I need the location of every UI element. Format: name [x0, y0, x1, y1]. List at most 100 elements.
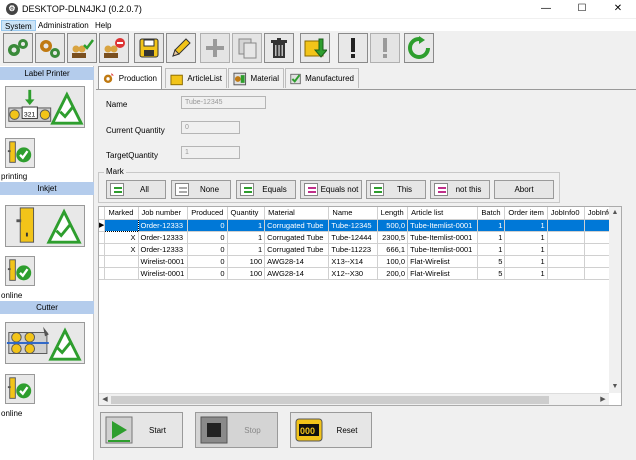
table-cell[interactable]: 1: [227, 243, 266, 256]
table-cell[interactable]: Wirelist-0001: [138, 267, 189, 280]
column-header[interactable]: Material: [264, 207, 330, 220]
scroll-up-icon[interactable]: ▲: [609, 207, 621, 219]
scroll-right-icon[interactable]: ▶: [597, 394, 609, 406]
inkjet-status-button[interactable]: [5, 256, 35, 286]
tab-articlelist[interactable]: ArticleList: [165, 68, 227, 88]
table-cell[interactable]: 100: [227, 267, 266, 280]
table-row[interactable]: Wirelist-0001 0 100 AWG28-14 X12--X30 200,0 Fl…: [99, 267, 621, 280]
table-cell[interactable]: 1: [227, 219, 266, 232]
table-cell[interactable]: Tube-Itemlist-0001: [407, 219, 479, 232]
table-cell[interactable]: 200,0: [377, 267, 409, 280]
table-cell[interactable]: Corrugated Tube: [264, 231, 330, 244]
label-printer-button[interactable]: 321: [5, 86, 85, 128]
table-row[interactable]: X Order-12333 0 1 Corrugated Tube Tube-12444 2…: [99, 231, 621, 244]
reset-button[interactable]: 000 Reset: [290, 412, 372, 448]
tab-manufactured[interactable]: Manufactured: [285, 68, 359, 88]
table-cell[interactable]: 1: [504, 243, 548, 256]
save-button[interactable]: [134, 33, 164, 63]
job-grid[interactable]: Marked Job number Produced Quantity Mate…: [98, 206, 622, 406]
mark-not-this-button[interactable]: not this: [430, 180, 490, 199]
table-cell[interactable]: Flat-Wirelist: [407, 255, 479, 268]
column-header[interactable]: JobInfo0: [547, 207, 585, 220]
label-printer-status-button[interactable]: [5, 138, 35, 168]
table-cell[interactable]: Corrugated Tube: [264, 219, 330, 232]
table-cell[interactable]: Tube-Itemlist-0001: [407, 243, 479, 256]
column-header[interactable]: Job number: [138, 207, 189, 220]
name-field[interactable]: Tube-12345: [181, 96, 266, 109]
table-cell[interactable]: [547, 255, 585, 268]
table-cell[interactable]: Flat-Wirelist: [407, 267, 479, 280]
table-cell[interactable]: [547, 267, 585, 280]
warning-disabled-button[interactable]: [370, 33, 400, 63]
table-cell[interactable]: 1: [504, 267, 548, 280]
table-cell[interactable]: 1: [504, 219, 548, 232]
users-accept-button[interactable]: [67, 33, 97, 63]
table-cell[interactable]: 2300,5: [377, 231, 409, 244]
column-header[interactable]: Marked: [104, 207, 139, 220]
table-cell[interactable]: 666,1: [377, 243, 409, 256]
table-cell[interactable]: 1: [477, 231, 506, 244]
table-cell[interactable]: Order-12333: [138, 219, 189, 232]
table-cell[interactable]: 0: [187, 243, 228, 256]
table-cell[interactable]: [104, 218, 139, 232]
scroll-down-icon[interactable]: ▼: [609, 381, 621, 393]
table-cell[interactable]: [547, 219, 585, 232]
users-deny-button[interactable]: [99, 33, 129, 63]
table-cell[interactable]: 1: [477, 219, 506, 232]
table-cell[interactable]: 1: [504, 231, 548, 244]
current-quantity-field[interactable]: 0: [181, 121, 240, 134]
table-cell[interactable]: Tube-11223: [328, 243, 378, 256]
menu-system[interactable]: System: [1, 20, 36, 31]
mark-equals-not-button[interactable]: Equals not: [300, 180, 362, 199]
table-cell[interactable]: 100,0: [377, 255, 409, 268]
stop-button[interactable]: Stop: [195, 412, 278, 448]
delete-button[interactable]: [264, 33, 294, 63]
vertical-scrollbar[interactable]: ▲: [609, 207, 621, 393]
table-cell[interactable]: Order-12333: [138, 231, 189, 244]
import-button[interactable]: [300, 33, 330, 63]
table-cell[interactable]: [547, 231, 585, 244]
table-cell[interactable]: X12--X30: [328, 267, 378, 280]
column-header[interactable]: Order item: [504, 207, 548, 220]
copy-button[interactable]: [232, 33, 262, 63]
table-cell[interactable]: 1: [227, 231, 266, 244]
horizontal-scrollbar[interactable]: ◀ ▶: [99, 393, 609, 405]
table-cell[interactable]: 0: [187, 255, 228, 268]
table-cell[interactable]: X13--X14: [328, 255, 378, 268]
start-button[interactable]: Start: [100, 412, 183, 448]
table-cell[interactable]: 500,0: [377, 219, 409, 232]
table-cell[interactable]: 1: [504, 255, 548, 268]
table-cell[interactable]: 1: [477, 243, 506, 256]
table-cell[interactable]: 5: [477, 255, 506, 268]
table-cell[interactable]: [104, 255, 139, 268]
table-cell[interactable]: [547, 243, 585, 256]
table-cell[interactable]: Tube-12444: [328, 231, 378, 244]
table-cell[interactable]: 100: [227, 255, 266, 268]
target-quantity-field[interactable]: 1: [181, 146, 240, 159]
cutter-status-button[interactable]: [5, 374, 35, 404]
column-header[interactable]: Quantity: [227, 207, 266, 220]
app-icon[interactable]: ⚙: [6, 3, 18, 15]
column-header[interactable]: Batch: [477, 207, 506, 220]
scroll-left-icon[interactable]: ◀: [99, 394, 111, 406]
menu-administration[interactable]: Administration: [35, 20, 92, 31]
refresh-button[interactable]: [404, 33, 434, 63]
mark-all-button[interactable]: All: [106, 180, 166, 199]
column-header[interactable]: Length: [377, 207, 409, 220]
tab-material[interactable]: Material: [228, 68, 284, 88]
table-cell[interactable]: AWG28-14: [264, 267, 330, 280]
tab-production[interactable]: Production: [98, 66, 162, 89]
table-cell[interactable]: X: [104, 231, 139, 244]
column-header[interactable]: Article list: [407, 207, 479, 220]
mark-none-button[interactable]: None: [171, 180, 231, 199]
table-cell[interactable]: 0: [187, 231, 228, 244]
mark-equals-button[interactable]: Equals: [236, 180, 296, 199]
table-cell[interactable]: Tube-12345: [328, 219, 378, 232]
machine-config-button[interactable]: [35, 33, 65, 63]
mark-abort-button[interactable]: Abort: [494, 180, 554, 199]
table-cell[interactable]: Order-12333: [138, 243, 189, 256]
table-row[interactable]: X Order-12333 0 1 Corrugated Tube Tube-11223 6…: [99, 243, 621, 256]
table-cell[interactable]: Tube-Itemlist-0001: [407, 231, 479, 244]
table-cell[interactable]: Wirelist-0001: [138, 255, 189, 268]
table-cell[interactable]: AWG28-14: [264, 255, 330, 268]
